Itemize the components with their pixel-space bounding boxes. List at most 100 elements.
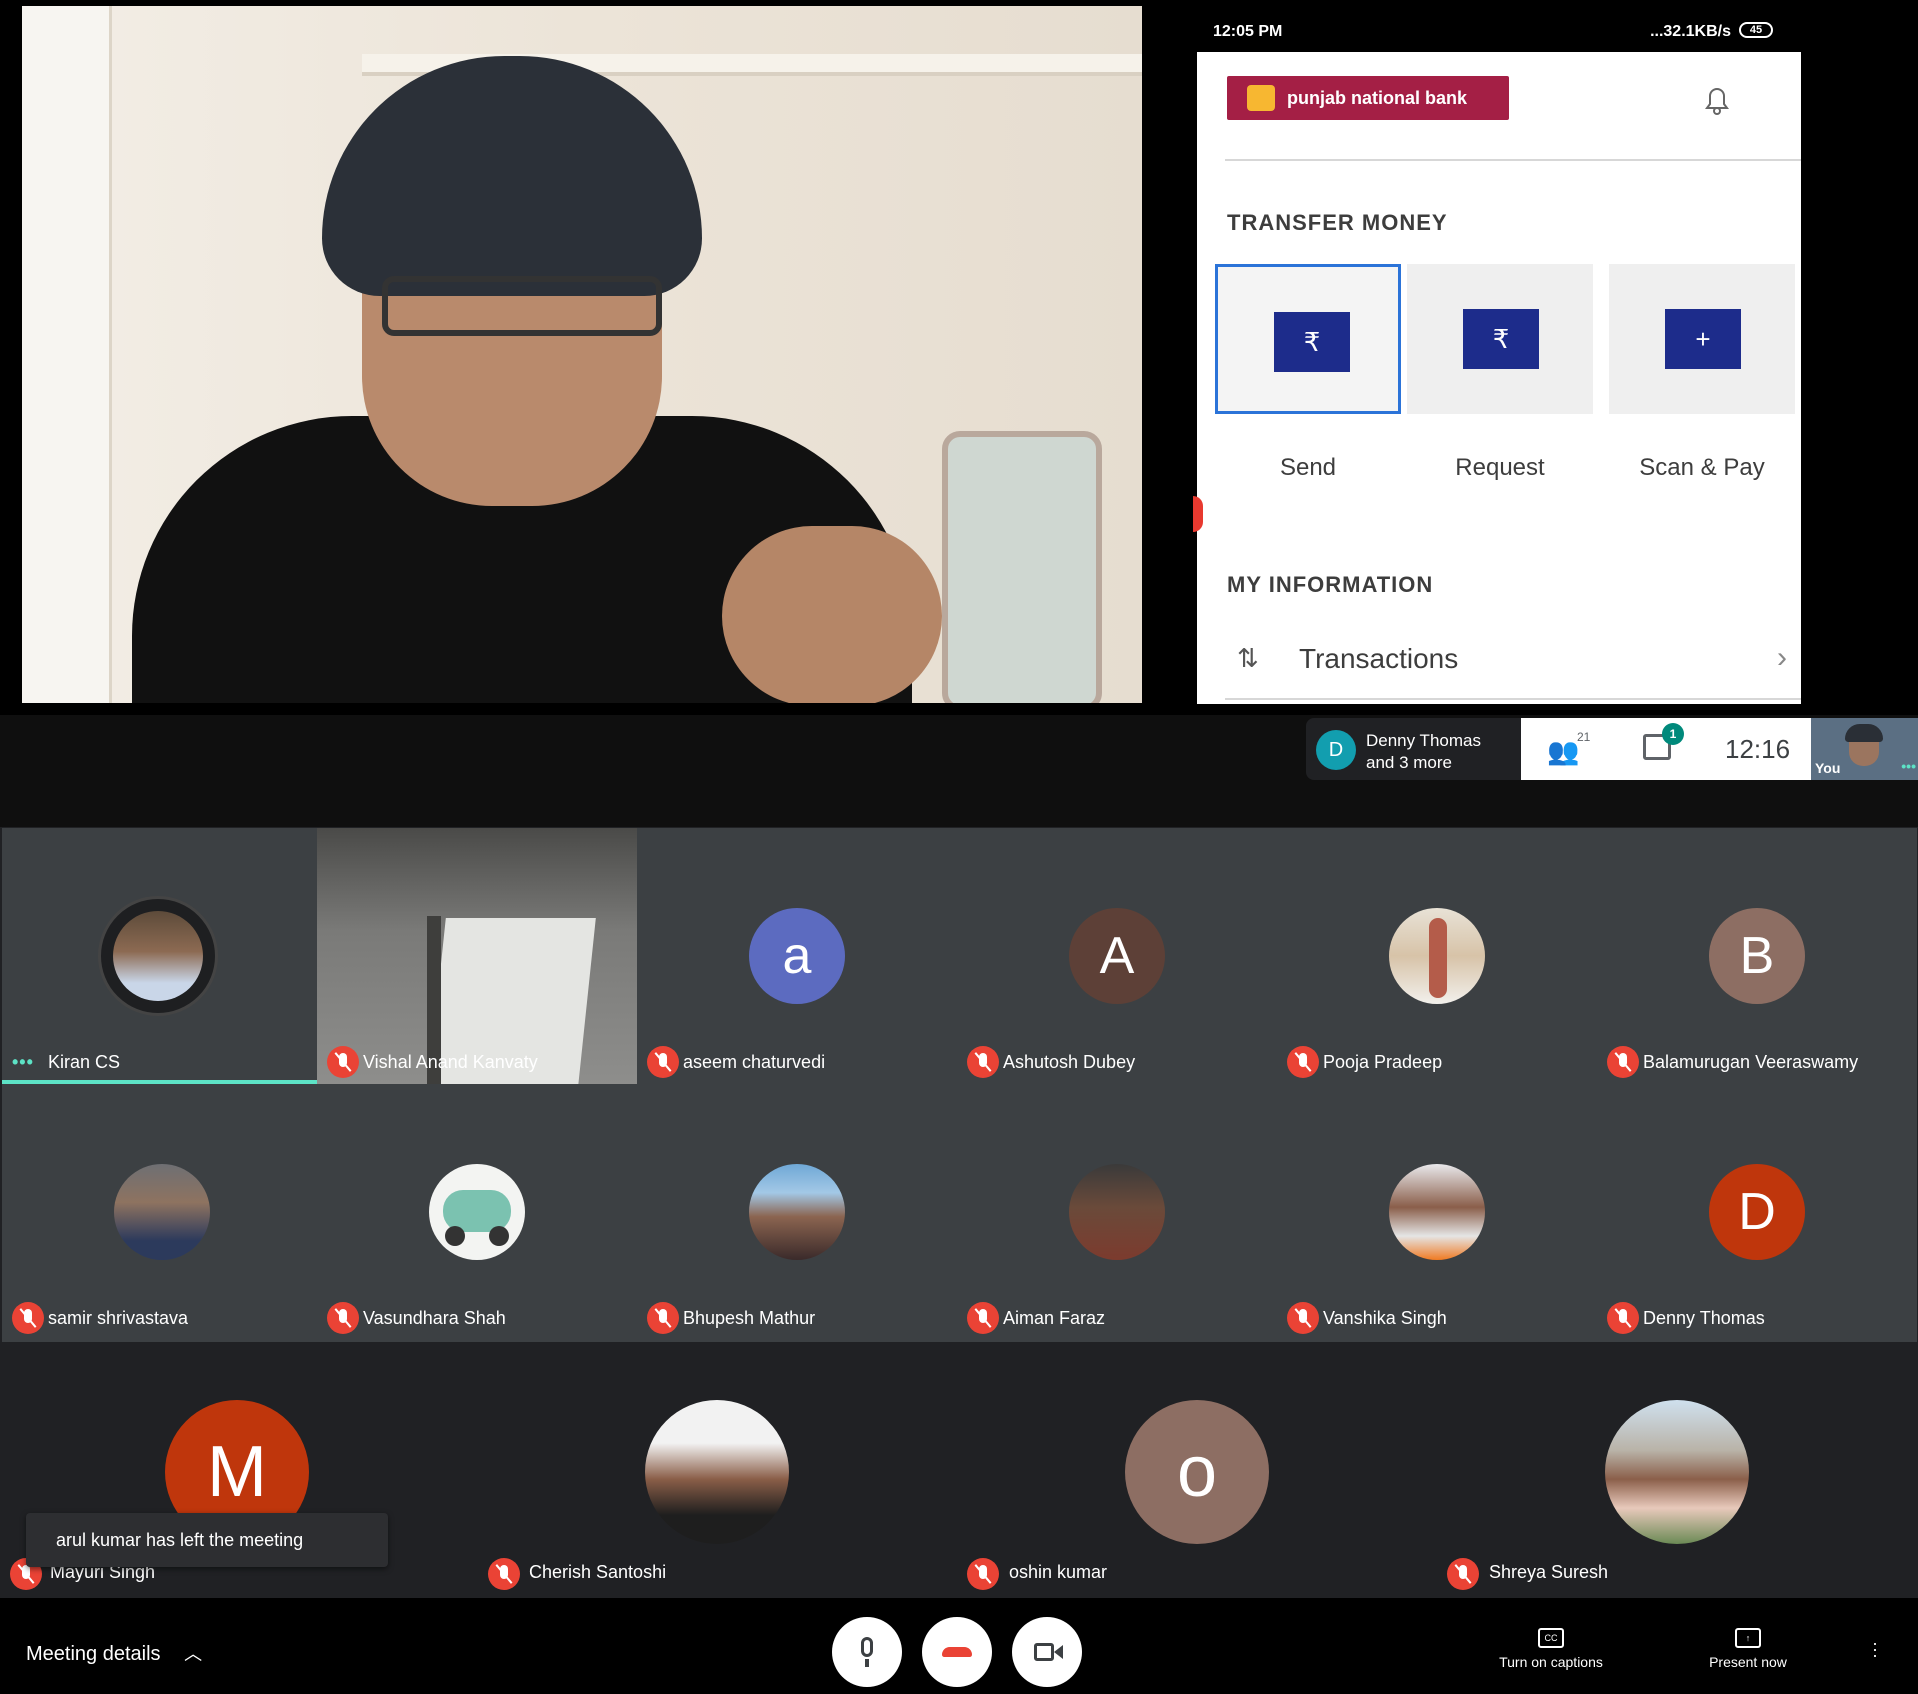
participant-name: Ashutosh Dubey [1003, 1052, 1136, 1072]
camera-icon [1034, 1643, 1054, 1661]
meeting-details-label: Meeting details [26, 1643, 161, 1665]
phone-time: 12:05 PM [1213, 23, 1283, 40]
participant-name: Vanshika Singh [1323, 1308, 1447, 1328]
participant-photo [429, 1164, 525, 1260]
participant-photo [749, 1164, 845, 1260]
participants-button[interactable]: 👥 21 [1547, 730, 1590, 767]
participant-name: samir shrivastava [48, 1308, 189, 1328]
request-action-tile[interactable]: ₹ [1407, 264, 1593, 414]
mic-off-icon [647, 1046, 679, 1078]
phone-status-bar: 12:05 PM ...32.1KB/s 45 [1197, 14, 1801, 52]
speaking-dots-icon: ••• [12, 1052, 34, 1072]
self-view-thumbnail[interactable]: You ••• [1811, 718, 1918, 780]
mic-off-icon [12, 1302, 44, 1334]
participant-photo[interactable] [1605, 1400, 1749, 1544]
participant-name: Balamurugan Veeraswamy [1643, 1052, 1859, 1072]
bank-logo: punjab national bank [1227, 76, 1509, 120]
chat-badge: 1 [1662, 723, 1684, 745]
bell-icon[interactable] [1697, 80, 1737, 120]
meeting-details-button[interactable]: Meeting details ︿ [26, 1640, 202, 1666]
notification-toast: arul kumar has left the meeting [26, 1513, 388, 1567]
participant-name: Denny Thomas [1643, 1308, 1765, 1328]
participant-tile[interactable]: Aiman Faraz [957, 1084, 1277, 1342]
participant-avatar: A [1069, 908, 1165, 1004]
participant-tile[interactable]: B Balamurugan Veeraswamy [1597, 828, 1917, 1086]
pointer-marker [1193, 496, 1203, 532]
presentation-area: 12:05 PM ...32.1KB/s 45 punjab national … [0, 0, 1918, 715]
divider [1225, 159, 1801, 161]
participant-name: Vasundhara Shah [363, 1308, 506, 1328]
speaker-avatar: D [1316, 730, 1356, 770]
mic-off-icon [967, 1046, 999, 1078]
meeting-clock: 12:16 [1725, 734, 1791, 764]
participant-tile[interactable]: Bhupesh Mathur [637, 1084, 957, 1342]
mic-off-icon [1447, 1558, 1479, 1590]
mic-off-icon [327, 1302, 359, 1334]
participant-photo [1069, 1164, 1165, 1260]
hang-up-icon [942, 1647, 972, 1657]
send-action-tile[interactable]: ₹ [1215, 264, 1401, 414]
request-rupee-icon: ₹ [1463, 309, 1539, 369]
participant-tile[interactable]: Vanshika Singh [1277, 1084, 1597, 1342]
participants-count: 21 [1577, 730, 1591, 744]
participant-name: oshin kumar [1009, 1562, 1108, 1582]
people-icon: 👥 [1547, 736, 1580, 766]
participant-tile[interactable]: Pooja Pradeep [1277, 828, 1597, 1086]
divider [1225, 698, 1801, 700]
mic-off-icon [1287, 1046, 1319, 1078]
transactions-row[interactable]: ⇅ Transactions › [1227, 639, 1787, 679]
now-speaking-indicator[interactable]: D Denny Thomas and 3 more [1306, 718, 1521, 780]
my-information-heading: MY INFORMATION [1227, 572, 1434, 597]
mic-off-icon [647, 1302, 679, 1334]
shared-phone-screen: 12:05 PM ...32.1KB/s 45 punjab national … [1197, 14, 1801, 704]
participant-tile[interactable]: samir shrivastava [2, 1084, 322, 1342]
self-label: You [1815, 760, 1841, 776]
chevron-up-icon: ︿ [184, 1644, 203, 1664]
bank-logo-mark-icon [1247, 85, 1275, 111]
participant-name: Cherish Santoshi [529, 1562, 667, 1582]
send-rupee-icon: ₹ [1274, 312, 1350, 372]
speaker-more: and 3 more [1366, 753, 1452, 772]
present-now-button[interactable]: ↑ Present now [1673, 1628, 1823, 1670]
participant-name: Bhupesh Mathur [683, 1308, 816, 1328]
scan-pay-label: Scan & Pay [1639, 454, 1765, 481]
transactions-label: Transactions [1299, 643, 1459, 674]
chevron-right-icon: › [1777, 641, 1787, 674]
camera-button[interactable] [1012, 1617, 1082, 1687]
participant-avatar: a [749, 908, 845, 1004]
participant-tile[interactable]: a aseem chaturvedi [637, 828, 957, 1086]
transfer-money-heading: TRANSFER MONEY [1227, 210, 1448, 235]
mic-off-icon [327, 1046, 359, 1078]
request-label: Request [1455, 454, 1545, 481]
participant-tile[interactable]: Vishal Anand Kanvaty [317, 828, 637, 1086]
microphone-button[interactable] [832, 1617, 902, 1687]
bank-logo-text: punjab national bank [1287, 88, 1468, 108]
meet-window: 12:05 PM ...32.1KB/s 45 punjab national … [0, 0, 1918, 1694]
transfer-arrows-icon: ⇅ [1237, 643, 1259, 673]
participant-tile[interactable]: D Denny Thomas [1597, 1084, 1917, 1342]
scan-plus-icon: + [1665, 309, 1741, 369]
speaker-name: Denny Thomas [1366, 731, 1481, 750]
participant-tile[interactable]: ••• Kiran CS [2, 828, 322, 1086]
mic-off-icon [967, 1302, 999, 1334]
mic-off-icon [488, 1558, 520, 1590]
participant-avatar[interactable]: o [1125, 1400, 1269, 1544]
captions-label: Turn on captions [1499, 1654, 1603, 1670]
present-now-label: Present now [1709, 1654, 1787, 1670]
participant-photo[interactable] [645, 1400, 789, 1544]
participant-tile[interactable]: A Ashutosh Dubey [957, 828, 1277, 1086]
participant-name: Aiman Faraz [1003, 1308, 1106, 1328]
participant-avatar: D [1709, 1164, 1805, 1260]
captions-icon: CC [1538, 1628, 1564, 1648]
participant-name: Vishal Anand Kanvaty [363, 1052, 538, 1072]
participant-avatar: B [1709, 908, 1805, 1004]
participant-name: Pooja Pradeep [1323, 1052, 1443, 1072]
participant-tile[interactable]: Vasundhara Shah [317, 1084, 637, 1342]
captions-button[interactable]: CC Turn on captions [1476, 1628, 1626, 1670]
participant-photo [1389, 1164, 1485, 1260]
more-options-icon[interactable]: · · · [1872, 1634, 1878, 1664]
leave-call-button[interactable] [922, 1617, 992, 1687]
chat-button[interactable]: 1 [1643, 723, 1684, 760]
presenter-camera-feed [22, 6, 1142, 703]
scan-pay-action-tile[interactable]: + [1609, 264, 1795, 414]
